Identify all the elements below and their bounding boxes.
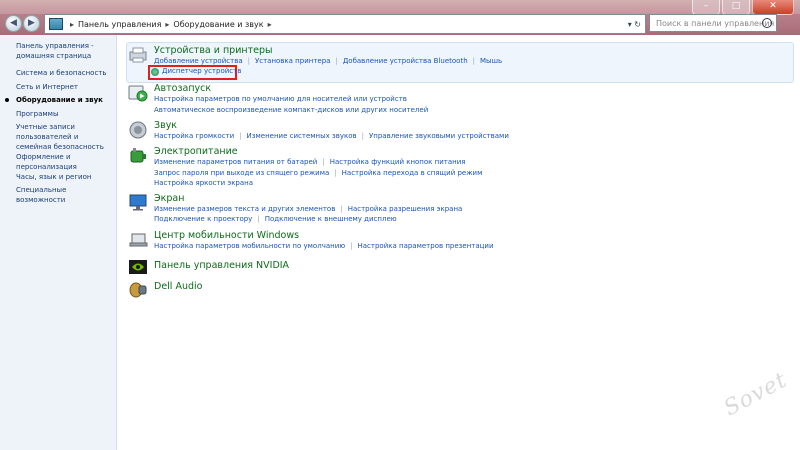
breadcrumb-hardware-sound[interactable]: Оборудование и звук xyxy=(173,20,263,29)
autoplay-title[interactable]: Автозапуск xyxy=(154,83,211,94)
wake-password-link[interactable]: Запрос пароля при выходе из спящего режи… xyxy=(154,169,329,177)
search-input[interactable]: Поиск в панели управления xyxy=(649,14,777,32)
sidebar-item-accessibility[interactable]: Специальные возможности xyxy=(16,185,112,205)
projector-link[interactable]: Подключение к проектору xyxy=(154,215,252,223)
mobility-defaults-link[interactable]: Настройка параметров мобильности по умол… xyxy=(154,242,345,250)
sidebar-item-programs[interactable]: Программы xyxy=(16,109,112,119)
sidebar-item-hardware-sound[interactable]: Оборудование и звук xyxy=(16,95,112,105)
text-size-link[interactable]: Изменение размеров текста и других элеме… xyxy=(154,205,335,213)
power-title[interactable]: Электропитание xyxy=(154,146,238,157)
sidebar: Панель управления - домашняя страница Си… xyxy=(0,35,117,450)
brightness-link[interactable]: Настройка яркости экрана xyxy=(154,179,253,187)
display-icon xyxy=(129,194,147,211)
autoplay-cd-link[interactable]: Автоматическое воспроизведение компакт-д… xyxy=(154,106,428,114)
minimize-button[interactable]: – xyxy=(692,0,720,15)
volume-link[interactable]: Настройка громкости xyxy=(154,132,234,140)
resolution-link[interactable]: Настройка разрешения экрана xyxy=(348,205,463,213)
devices-links: Добавление устройства | Установка принтер… xyxy=(154,57,503,65)
sound-links: Настройка громкости | Изменение системных… xyxy=(154,132,509,140)
dell-audio-title[interactable]: Dell Audio xyxy=(154,281,202,292)
device-manager-link[interactable]: Диспетчер устройств xyxy=(162,67,241,75)
sleep-settings-link[interactable]: Настройка перехода в спящий режим xyxy=(342,169,483,177)
add-bluetooth-link[interactable]: Добавление устройства Bluetooth xyxy=(343,57,468,65)
mobility-center-icon xyxy=(129,233,148,247)
active-bullet-icon xyxy=(5,98,9,102)
power-links-row3: Настройка яркости экрана xyxy=(154,179,253,187)
back-arrow-icon[interactable]: ◀ xyxy=(5,15,22,32)
forward-arrow-icon[interactable]: ▶ xyxy=(23,15,40,32)
breadcrumb-chevron-icon: ▸ xyxy=(70,19,75,29)
breadcrumb-chevron-icon: ▸ xyxy=(165,19,170,29)
add-device-link[interactable]: Добавление устройства xyxy=(154,57,243,65)
devices-printers-title[interactable]: Устройства и принтеры xyxy=(154,45,273,56)
display-links-row1: Изменение размеров текста и других элеме… xyxy=(154,205,463,213)
sidebar-item-clock-region[interactable]: Часы, язык и регион xyxy=(16,172,112,182)
mouse-link[interactable]: Мышь xyxy=(480,57,502,65)
control-panel-icon xyxy=(49,18,63,30)
window-controls: – □ ✕ xyxy=(692,0,794,15)
close-button[interactable]: ✕ xyxy=(752,0,794,15)
speaker-icon xyxy=(129,121,147,139)
sidebar-item-user-accounts[interactable]: Учетные записи пользователей и семейная … xyxy=(16,122,112,152)
maximize-button[interactable]: □ xyxy=(722,0,750,15)
external-display-link[interactable]: Подключение к внешнему дисплею xyxy=(265,215,397,223)
autoplay-links-row1: Настройка параметров по умолчанию для но… xyxy=(154,95,407,103)
sound-title[interactable]: Звук xyxy=(154,120,177,131)
power-links-row2: Запрос пароля при выходе из спящего режи… xyxy=(154,169,483,177)
display-links-row2: Подключение к проектору | Подключение к в… xyxy=(154,215,397,223)
mobility-links: Настройка параметров мобильности по умол… xyxy=(154,242,494,250)
sidebar-item-appearance[interactable]: Оформление и персонализация xyxy=(16,152,112,172)
display-title[interactable]: Экран xyxy=(154,193,184,204)
sidebar-item-system-security[interactable]: Система и безопасность xyxy=(16,68,112,78)
nvidia-icon xyxy=(129,260,147,274)
sidebar-item-network[interactable]: Сеть и Интернет xyxy=(16,82,112,92)
shield-icon xyxy=(151,68,159,76)
search-icon xyxy=(762,18,772,28)
breadcrumb-control-panel[interactable]: Панель управления xyxy=(78,20,161,29)
sidebar-item-home[interactable]: Панель управления - домашняя страница xyxy=(16,41,112,61)
audio-devices-link[interactable]: Управление звуковыми устройствами xyxy=(369,132,509,140)
autoplay-links-row2: Автоматическое воспроизведение компакт-д… xyxy=(154,106,428,114)
refresh-icon[interactable]: ▾ ↻ xyxy=(628,20,641,29)
mobility-title[interactable]: Центр мобильности Windows xyxy=(154,230,299,241)
breadcrumb-chevron-icon: ▸ xyxy=(267,19,272,29)
power-icon xyxy=(130,148,146,163)
battery-settings-link[interactable]: Изменение параметров питания от батарей xyxy=(154,158,317,166)
power-links-row1: Изменение параметров питания от батарей |… xyxy=(154,158,466,166)
address-bar[interactable]: ▸ Панель управления ▸ Оборудование и зву… xyxy=(44,14,646,34)
search-placeholder: Поиск в панели управления xyxy=(656,18,775,28)
system-sounds-link[interactable]: Изменение системных звуков xyxy=(247,132,357,140)
printer-icon xyxy=(129,47,147,63)
power-buttons-link[interactable]: Настройка функций кнопок питания xyxy=(330,158,466,166)
nvidia-title[interactable]: Панель управления NVIDIA xyxy=(154,260,289,271)
autoplay-icon xyxy=(128,85,148,102)
autoplay-defaults-link[interactable]: Настройка параметров по умолчанию для но… xyxy=(154,95,407,103)
presentation-settings-link[interactable]: Настройка параметров презентации xyxy=(358,242,494,250)
install-printer-link[interactable]: Установка принтера xyxy=(255,57,330,65)
dell-audio-icon xyxy=(129,282,147,298)
